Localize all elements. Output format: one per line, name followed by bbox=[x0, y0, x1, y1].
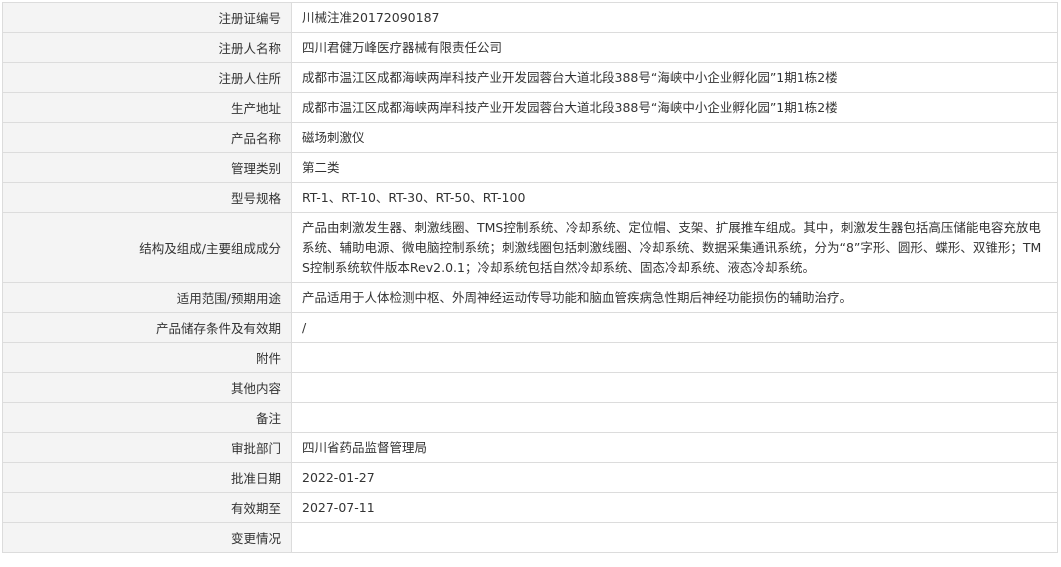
value-attachments bbox=[291, 342, 1058, 373]
value-valid-until: 2027-07-11 bbox=[291, 492, 1058, 523]
value-approval-department: 四川省药品监督管理局 bbox=[291, 432, 1058, 463]
row-model-spec: 型号规格 RT-1、RT-10、RT-30、RT-50、RT-100 bbox=[2, 182, 1058, 213]
row-change-history: 变更情况 bbox=[2, 522, 1058, 553]
value-other-content bbox=[291, 372, 1058, 403]
value-change-history bbox=[291, 522, 1058, 553]
label-attachments: 附件 bbox=[2, 342, 292, 373]
value-approval-date: 2022-01-27 bbox=[291, 462, 1058, 493]
label-structure-composition: 结构及组成/主要组成成分 bbox=[2, 212, 292, 283]
value-storage-validity: / bbox=[291, 312, 1058, 343]
detail-table-body: 注册证编号 川械注准20172090187 注册人名称 四川君健万峰医疗器械有限… bbox=[2, 2, 1058, 553]
label-registrant-name: 注册人名称 bbox=[2, 32, 292, 63]
row-registrant-address: 注册人住所 成都市温江区成都海峡两岸科技产业开发园蓉台大道北段388号“海峡中小… bbox=[2, 62, 1058, 93]
value-remarks bbox=[291, 402, 1058, 433]
label-registration-number: 注册证编号 bbox=[2, 2, 292, 33]
value-structure-composition: 产品由刺激发生器、刺激线圈、TMS控制系统、冷却系统、定位帽、支架、扩展推车组成… bbox=[291, 212, 1058, 283]
label-valid-until: 有效期至 bbox=[2, 492, 292, 523]
label-registrant-address: 注册人住所 bbox=[2, 62, 292, 93]
value-production-address: 成都市温江区成都海峡两岸科技产业开发园蓉台大道北段388号“海峡中小企业孵化园”… bbox=[291, 92, 1058, 123]
row-product-name: 产品名称 磁场刺激仪 bbox=[2, 122, 1058, 153]
row-other-content: 其他内容 bbox=[2, 372, 1058, 403]
row-valid-until: 有效期至 2027-07-11 bbox=[2, 492, 1058, 523]
label-model-spec: 型号规格 bbox=[2, 182, 292, 213]
value-registrant-address: 成都市温江区成都海峡两岸科技产业开发园蓉台大道北段388号“海峡中小企业孵化园”… bbox=[291, 62, 1058, 93]
row-attachments: 附件 bbox=[2, 342, 1058, 373]
label-management-category: 管理类别 bbox=[2, 152, 292, 183]
row-production-address: 生产地址 成都市温江区成都海峡两岸科技产业开发园蓉台大道北段388号“海峡中小企… bbox=[2, 92, 1058, 123]
row-storage-validity: 产品储存条件及有效期 / bbox=[2, 312, 1058, 343]
row-intended-use: 适用范围/预期用途 产品适用于人体检测中枢、外周神经运动传导功能和脑血管疾病急性… bbox=[2, 282, 1058, 313]
row-registrant-name: 注册人名称 四川君健万峰医疗器械有限责任公司 bbox=[2, 32, 1058, 63]
registration-detail-table: 注册证编号 川械注准20172090187 注册人名称 四川君健万峰医疗器械有限… bbox=[2, 2, 1058, 553]
row-approval-department: 审批部门 四川省药品监督管理局 bbox=[2, 432, 1058, 463]
label-approval-department: 审批部门 bbox=[2, 432, 292, 463]
label-intended-use: 适用范围/预期用途 bbox=[2, 282, 292, 313]
value-management-category: 第二类 bbox=[291, 152, 1058, 183]
row-approval-date: 批准日期 2022-01-27 bbox=[2, 462, 1058, 493]
label-product-name: 产品名称 bbox=[2, 122, 292, 153]
label-approval-date: 批准日期 bbox=[2, 462, 292, 493]
row-structure-composition: 结构及组成/主要组成成分 产品由刺激发生器、刺激线圈、TMS控制系统、冷却系统、… bbox=[2, 212, 1058, 283]
row-management-category: 管理类别 第二类 bbox=[2, 152, 1058, 183]
value-registrant-name: 四川君健万峰医疗器械有限责任公司 bbox=[291, 32, 1058, 63]
label-remarks: 备注 bbox=[2, 402, 292, 433]
row-remarks: 备注 bbox=[2, 402, 1058, 433]
label-other-content: 其他内容 bbox=[2, 372, 292, 403]
value-intended-use: 产品适用于人体检测中枢、外周神经运动传导功能和脑血管疾病急性期后神经功能损伤的辅… bbox=[291, 282, 1058, 313]
value-product-name: 磁场刺激仪 bbox=[291, 122, 1058, 153]
value-model-spec: RT-1、RT-10、RT-30、RT-50、RT-100 bbox=[291, 182, 1058, 213]
row-registration-number: 注册证编号 川械注准20172090187 bbox=[2, 2, 1058, 33]
label-production-address: 生产地址 bbox=[2, 92, 292, 123]
value-registration-number: 川械注准20172090187 bbox=[291, 2, 1058, 33]
label-storage-validity: 产品储存条件及有效期 bbox=[2, 312, 292, 343]
label-change-history: 变更情况 bbox=[2, 522, 292, 553]
